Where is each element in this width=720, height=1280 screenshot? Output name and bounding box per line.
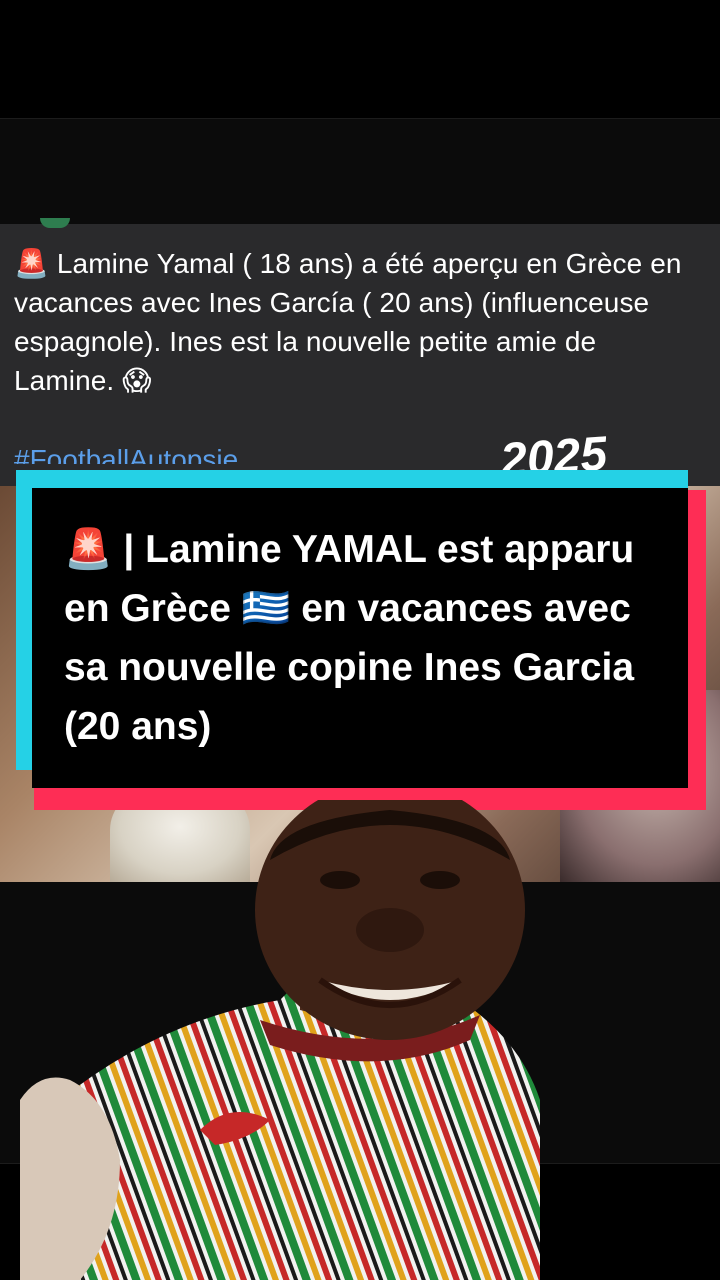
post-body: 🚨 Lamine Yamal ( 18 ans) a été aperçu en…	[14, 244, 704, 400]
alarm-icon: 🚨	[14, 247, 49, 280]
shocked-face-icon: 😱	[122, 364, 152, 397]
headline-text: 🚨 | Lamine YAMAL est apparu en Grèce 🇬🇷 …	[64, 520, 684, 756]
post-text: Lamine Yamal ( 18 ans) a été aperçu en G…	[14, 248, 682, 396]
headline-overlay: 🚨 | Lamine YAMAL est apparu en Grèce 🇬🇷 …	[16, 470, 706, 810]
alarm-icon: 🚨	[64, 528, 113, 571]
presenter-cutout	[0, 800, 720, 1280]
video-frame: 🚨 Lamine Yamal ( 18 ans) a été aperçu en…	[0, 0, 720, 1280]
hashtag-link[interactable]: #FootballAutopsie	[14, 440, 238, 464]
greece-flag-icon: 🇬🇷	[241, 587, 291, 630]
